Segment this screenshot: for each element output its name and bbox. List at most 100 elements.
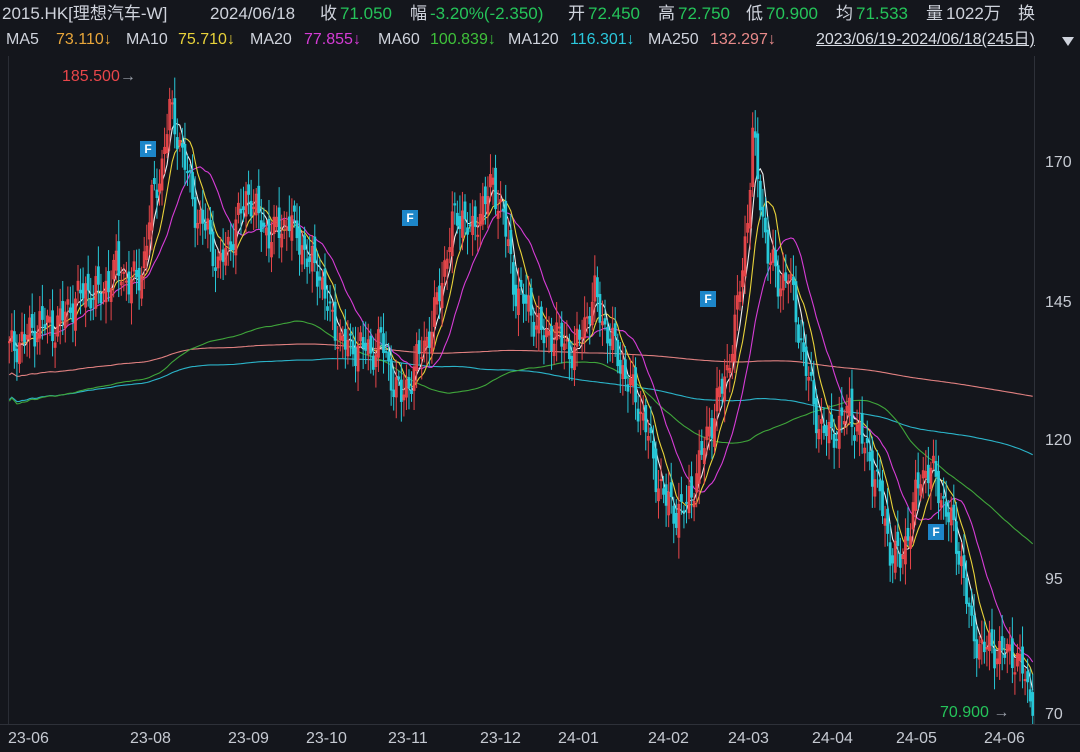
candle	[15, 334, 19, 381]
candle-body	[608, 338, 612, 346]
kline-chart[interactable]	[7, 56, 1040, 736]
candle-body	[990, 629, 994, 646]
candle	[845, 394, 849, 435]
candle-body	[519, 279, 523, 287]
candle	[832, 419, 836, 469]
candle	[746, 204, 749, 244]
candle-body	[776, 265, 780, 297]
moving-average-bar: MA5 73.110↓ MA10 75.710↓ MA20 77.855↓ MA…	[0, 28, 1080, 52]
candle	[272, 204, 276, 255]
flag-label: F	[932, 525, 940, 539]
candle-body	[326, 306, 329, 311]
candle-body	[183, 143, 187, 170]
candle	[807, 366, 811, 402]
candle-body	[257, 185, 261, 214]
symbol-name[interactable]: 2015.HK[理想汽车-W]	[2, 0, 167, 28]
candle	[219, 236, 222, 279]
candle-body	[595, 277, 599, 298]
candle-body	[674, 512, 678, 528]
candle	[789, 258, 793, 293]
candle	[130, 267, 133, 325]
ma20-label: MA20	[250, 31, 292, 48]
candle	[873, 470, 877, 508]
candle	[48, 299, 52, 337]
chevron-down-icon[interactable]	[1062, 37, 1074, 46]
turnover-label: 换	[1018, 4, 1035, 23]
candle-body	[870, 450, 874, 487]
candle-body	[410, 390, 413, 395]
candle-body	[865, 438, 869, 444]
ma60-value: 100.839↓	[430, 31, 496, 48]
candle	[173, 77, 177, 149]
candle	[300, 230, 304, 272]
candle	[680, 476, 683, 515]
candle-body	[351, 340, 355, 355]
candle	[700, 429, 704, 460]
candle	[84, 276, 88, 328]
candle-body	[33, 330, 37, 347]
candle	[99, 273, 103, 321]
ma20-value: 77.855↓	[304, 31, 361, 48]
candle-body	[511, 262, 515, 295]
candle-body	[764, 217, 767, 233]
candle-body	[81, 283, 85, 299]
candle-body	[181, 143, 184, 148]
candle	[371, 337, 375, 376]
candle	[165, 113, 169, 159]
candle	[641, 395, 645, 431]
candle	[326, 285, 329, 321]
candle-body	[623, 359, 627, 380]
flag-marker[interactable]: F	[928, 524, 944, 540]
candle-body	[680, 494, 683, 502]
flag-marker[interactable]: F	[140, 141, 156, 157]
candle	[786, 274, 790, 304]
y-tick: 120	[1045, 432, 1072, 449]
candle	[142, 236, 146, 290]
date-range-selector[interactable]: 2023/06/19-2024/06/18(245日)	[816, 28, 1035, 52]
candle-body	[975, 639, 979, 659]
high-value: 72.750	[678, 4, 730, 23]
avg-label: 均	[836, 4, 853, 23]
candle-body	[361, 337, 365, 349]
candle	[990, 608, 994, 654]
candle	[356, 327, 360, 392]
candle	[995, 650, 999, 677]
candle-body	[886, 508, 890, 534]
candle	[695, 454, 699, 508]
candle	[471, 199, 475, 256]
candle-body	[672, 505, 676, 524]
candle-body	[603, 318, 607, 325]
candle	[491, 167, 495, 206]
candle-body	[214, 267, 217, 271]
flag-marker[interactable]: F	[700, 291, 716, 307]
candle-body	[68, 307, 72, 313]
flag-marker[interactable]: F	[402, 210, 418, 226]
candle-body	[522, 294, 525, 304]
candle	[257, 169, 261, 229]
candle	[315, 250, 319, 306]
candle	[1018, 634, 1022, 682]
candle	[590, 282, 594, 331]
candle	[657, 470, 660, 519]
close-value: 71.050	[340, 4, 392, 23]
candle	[445, 249, 449, 290]
candle-body	[916, 472, 920, 489]
candle	[96, 246, 100, 304]
candle	[753, 110, 757, 156]
candle	[616, 333, 620, 374]
candle	[313, 224, 317, 272]
candle	[124, 261, 128, 301]
ma250-label: MA250	[648, 31, 699, 48]
candle	[206, 208, 210, 249]
candle-body	[99, 293, 103, 304]
candle-body	[483, 186, 487, 205]
candle	[606, 319, 609, 364]
candle	[56, 306, 60, 342]
candle	[420, 336, 424, 380]
candle-body	[570, 355, 574, 369]
candle-body	[249, 200, 253, 217]
volume-value: 1022万	[946, 4, 1001, 23]
candle	[252, 189, 256, 231]
candle-body	[550, 325, 553, 352]
candle	[962, 534, 966, 596]
